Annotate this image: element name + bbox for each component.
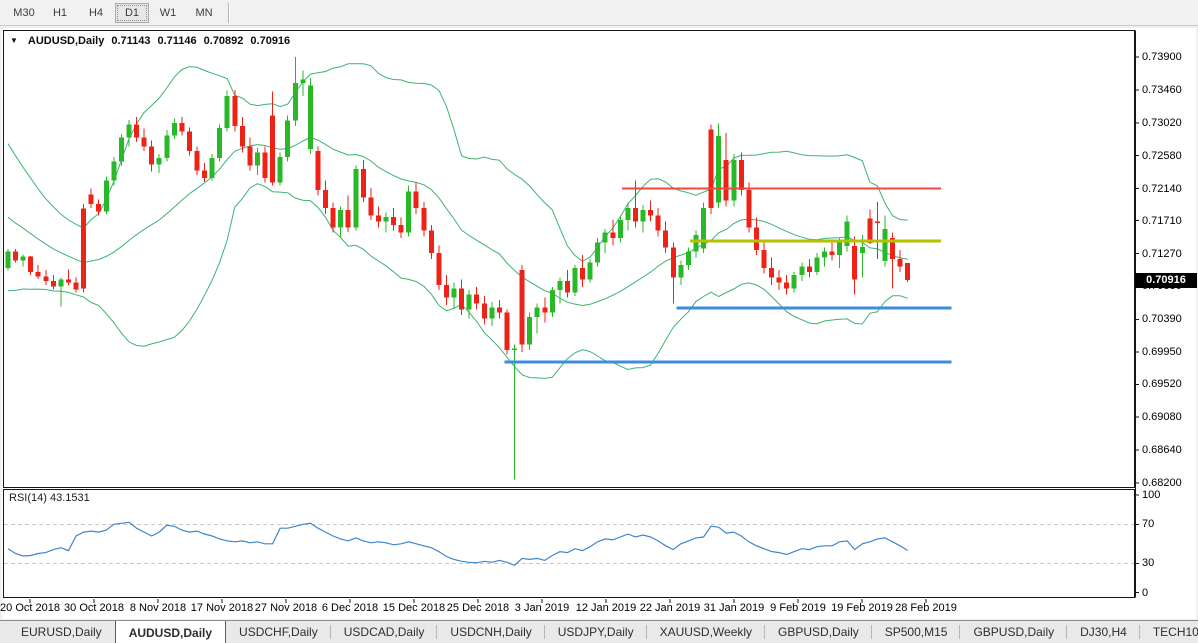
tab-sp500-m15[interactable]: SP500,M15 — [872, 621, 961, 643]
mt4-window: M30H1H4D1W1MN ▼AUDUSD,Daily0.711430.7114… — [0, 0, 1198, 643]
main-plot-frame — [4, 31, 1135, 488]
price-axis-label: 0.72140 — [1142, 183, 1182, 195]
price-axis-label: 0.69520 — [1142, 378, 1182, 390]
tab-usdcnh-daily[interactable]: USDCNH,Daily — [437, 621, 544, 643]
tab-dj30-h4[interactable]: DJ30,H4 — [1067, 621, 1140, 643]
tab-eurusd-daily[interactable]: EURUSD,Daily — [8, 621, 115, 643]
tab-gbpusd-daily[interactable]: GBPUSD,Daily — [960, 621, 1067, 643]
chart-symbol-period: AUDUSD,Daily — [28, 35, 104, 47]
price-axis-label: 0.71710 — [1142, 215, 1182, 227]
rsi-plot-frame — [4, 490, 1135, 598]
ohlc-high: 0.71146 — [157, 35, 196, 47]
rsi-axis-label: 100 — [1142, 489, 1160, 501]
tab-usdcad-daily[interactable]: USDCAD,Daily — [331, 621, 438, 643]
price-axis-label: 0.73020 — [1142, 117, 1182, 129]
price-axis-label: 0.68640 — [1142, 444, 1182, 456]
price-axis-label: 0.71270 — [1142, 248, 1182, 260]
price-axis-label: 0.69950 — [1142, 346, 1182, 358]
chart-dropdown-icon[interactable]: ▼ — [10, 36, 18, 45]
ohlc-open: 0.71143 — [111, 35, 150, 47]
tab-xauusd-weekly[interactable]: XAUUSD,Weekly — [647, 621, 765, 643]
price-chart-canvas[interactable] — [0, 0, 1198, 643]
rsi-indicator-label: RSI(14) 43.1531 — [9, 492, 90, 504]
tab-usdchf-daily[interactable]: USDCHF,Daily — [226, 621, 331, 643]
rsi-axis-label: 70 — [1142, 518, 1154, 530]
ohlc-close: 0.70916 — [250, 35, 290, 47]
rsi-axis-label: 0 — [1142, 587, 1148, 599]
price-axis-label: 0.73900 — [1142, 51, 1182, 63]
tab-usdjpy-daily[interactable]: USDJPY,Daily — [545, 621, 647, 643]
current-price-badge: 0.70916 — [1135, 273, 1197, 288]
rsi-axis-label: 30 — [1142, 557, 1154, 569]
price-axis-label: 0.68200 — [1142, 477, 1182, 489]
price-axis-label: 0.69080 — [1142, 411, 1182, 423]
tab-audusd-daily[interactable]: AUDUSD,Daily — [115, 620, 226, 643]
ohlc-low: 0.70892 — [204, 35, 244, 47]
price-axis-label: 0.73460 — [1142, 84, 1182, 96]
chart-title: ▼ AUDUSD,Daily 0.71143 0.71146 0.70892 0.7091… — [10, 35, 290, 47]
tab-tech100-i[interactable]: TECH100,I — [1140, 621, 1198, 643]
date-axis-label: 28 Feb 2019 — [880, 602, 972, 614]
symbol-tab-bar: EURUSD,DailyAUDUSD,DailyUSDCHF,DailyUSDC… — [0, 620, 1198, 643]
price-axis-label: 0.72580 — [1142, 150, 1182, 162]
price-axis-label: 0.70390 — [1142, 313, 1182, 325]
tab-gbpusd-daily[interactable]: GBPUSD,Daily — [765, 621, 872, 643]
